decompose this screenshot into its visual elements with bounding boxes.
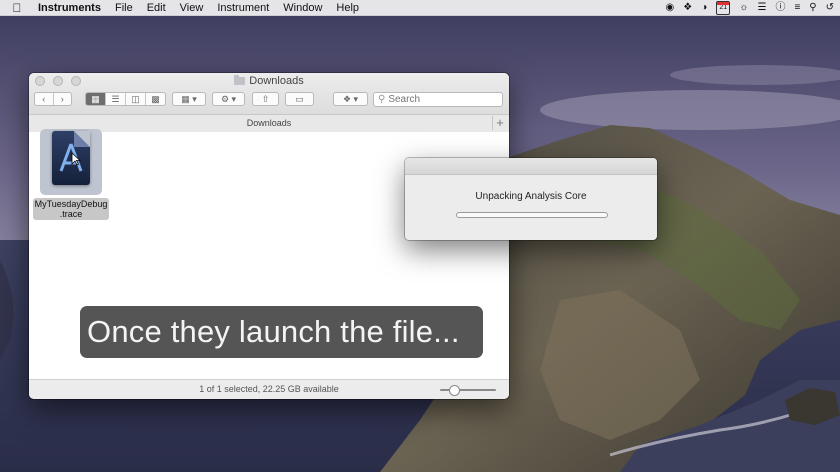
menu-help[interactable]: Help: [329, 2, 366, 14]
window-title-text: Downloads: [249, 75, 304, 87]
file-name-line1: MyTuesdayDebug: [34, 199, 108, 209]
menu-app-name[interactable]: Instruments: [34, 2, 108, 14]
path-label: Downloads: [246, 118, 292, 128]
back-forward-buttons: ‹ ›: [34, 92, 72, 106]
view-mode-control: ▦ ☰ ◫ ▩: [85, 92, 166, 106]
file-item[interactable]: MyTuesdayDebug .trace: [31, 129, 111, 220]
file-selection-highlight: [40, 129, 102, 195]
camera-icon[interactable]: ◉: [666, 1, 675, 14]
menu-edit[interactable]: Edit: [140, 2, 173, 14]
list-view-button[interactable]: ☰: [106, 93, 126, 105]
back-button[interactable]: ‹: [35, 93, 54, 105]
group-by-button[interactable]: ▦ ▾: [172, 92, 206, 106]
slider-knob[interactable]: [449, 385, 460, 396]
list-icon[interactable]: ☰: [757, 1, 766, 14]
search-field[interactable]: ⚲: [373, 92, 503, 107]
status-bar: 1 of 1 selected, 22.25 GB available: [29, 379, 509, 399]
dropbox-icon[interactable]: ❖: [683, 1, 692, 14]
info-icon[interactable]: ⓘ: [775, 1, 785, 14]
toggle-icon[interactable]: ◑: [701, 1, 707, 14]
gallery-view-button[interactable]: ▩: [146, 93, 165, 105]
unpacking-dialog: Unpacking Analysis Core: [405, 158, 657, 240]
dialog-titlebar: [405, 158, 657, 175]
apple-menu-icon[interactable]: : [0, 1, 34, 15]
forward-button[interactable]: ›: [54, 93, 72, 105]
search-icon: ⚲: [378, 94, 386, 105]
column-view-button[interactable]: ◫: [126, 93, 146, 105]
progress-bar: [456, 212, 608, 218]
search-input[interactable]: [385, 94, 489, 105]
icon-size-slider[interactable]: [440, 385, 496, 396]
calendar-icon[interactable]: 21: [716, 0, 731, 15]
action-gear-button[interactable]: ⚙ ▾: [212, 92, 245, 106]
icon-view-button[interactable]: ▦: [86, 93, 106, 105]
search-icon[interactable]: ⚲: [809, 1, 816, 14]
window-title: Downloads: [29, 75, 509, 87]
status-text: 1 of 1 selected, 22.25 GB available: [199, 384, 339, 394]
time-machine-icon[interactable]: ↺: [826, 1, 834, 14]
menu-view[interactable]: View: [173, 2, 211, 14]
finder-titlebar: Downloads ‹ › ▦ ☰ ◫ ▩ ▦ ▾ ⚙ ▾ ⇧ ▭ ❖ ▾ ⚲: [29, 73, 509, 115]
instruments-trace-icon: [52, 131, 90, 185]
brightness-icon[interactable]: ☼: [739, 1, 748, 14]
menu-bar:  Instruments File Edit View Instrument …: [0, 0, 840, 16]
menu-extras: ◉ ❖ ◑ 21 ☼ ☰ ⓘ ≡ ⚲ ↺: [666, 0, 834, 15]
dropbox-button[interactable]: ❖ ▾: [333, 92, 368, 106]
menu-file[interactable]: File: [108, 2, 140, 14]
share-button[interactable]: ⇧: [252, 92, 279, 106]
dialog-message: Unpacking Analysis Core: [475, 191, 587, 202]
tags-button[interactable]: ▭: [285, 92, 314, 106]
file-name-label: MyTuesdayDebug .trace: [32, 198, 110, 220]
folder-icon: [234, 75, 246, 85]
menu-extra-icon[interactable]: ≡: [794, 1, 800, 14]
file-name-line2: .trace: [59, 209, 83, 219]
caption-overlay: Once they launch the file...: [80, 306, 483, 358]
add-tab-button[interactable]: +: [492, 116, 507, 130]
menu-window[interactable]: Window: [276, 2, 329, 14]
menu-instrument[interactable]: Instrument: [210, 2, 276, 14]
